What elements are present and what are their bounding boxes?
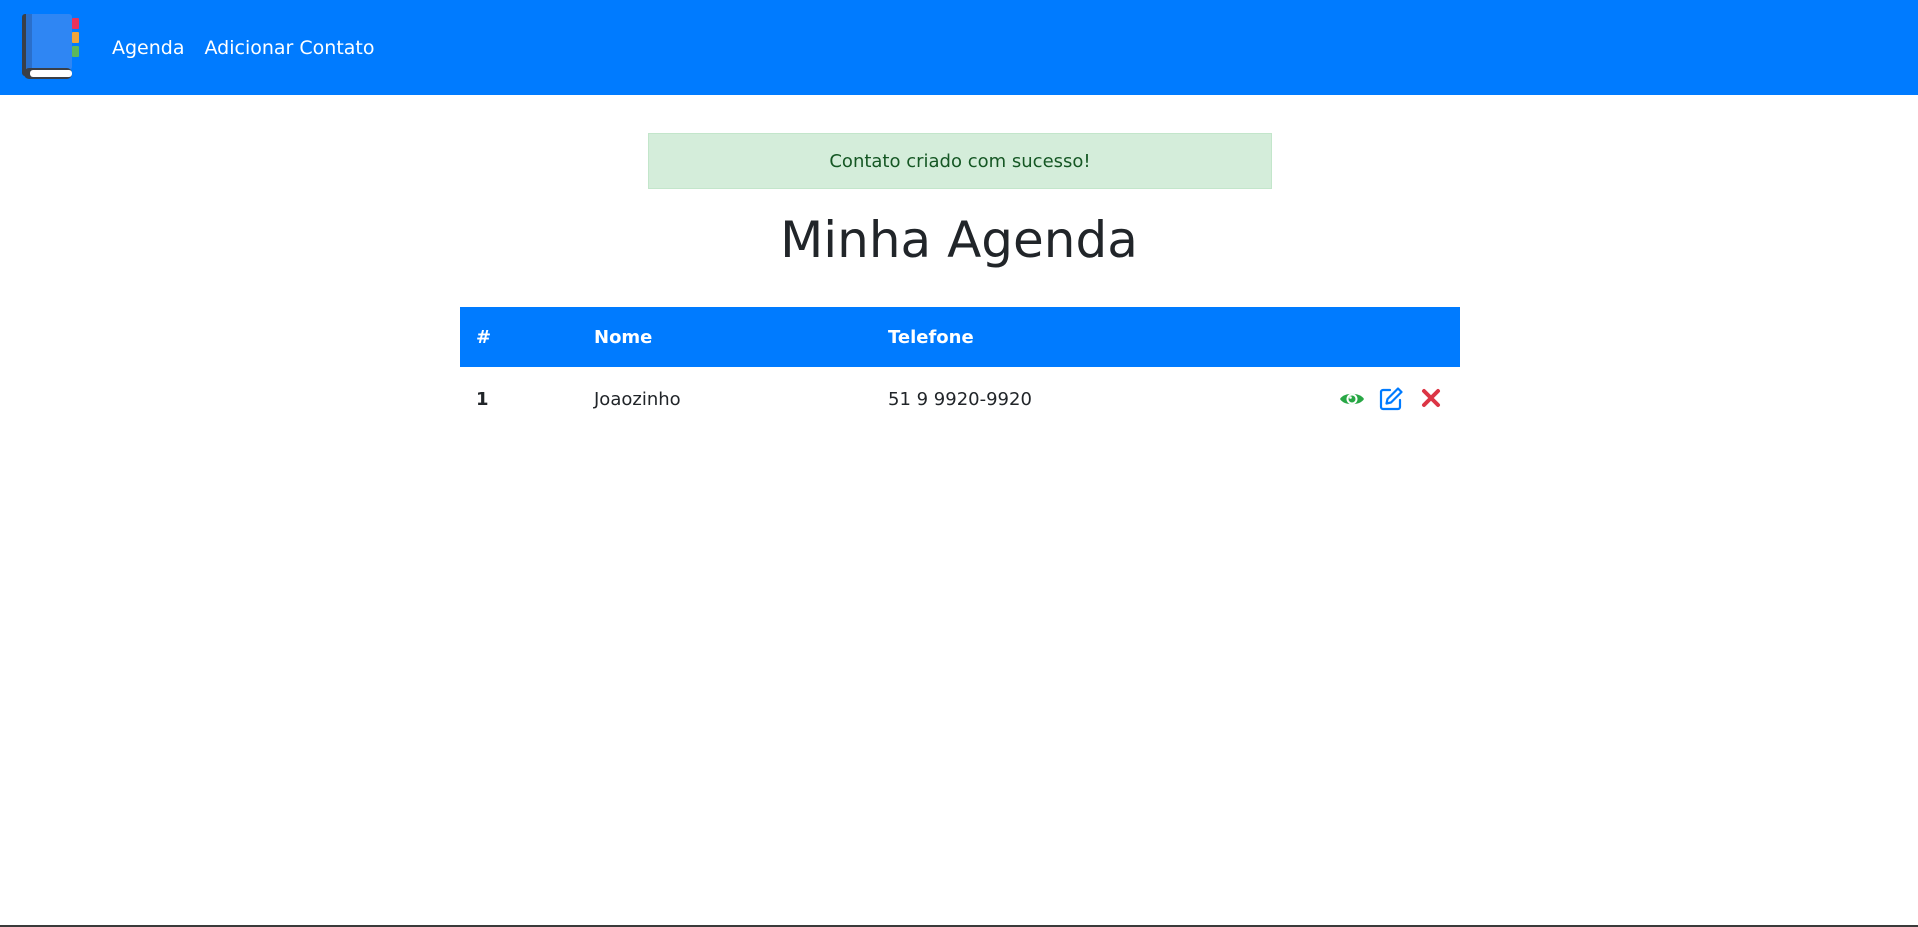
nav-link-agenda[interactable]: Agenda bbox=[112, 37, 185, 59]
address-book-icon[interactable] bbox=[22, 14, 82, 80]
table-header-row: # Nome Telefone bbox=[460, 307, 1460, 367]
success-alert: Contato criado com sucesso! bbox=[648, 133, 1272, 189]
delete-x-icon[interactable] bbox=[1418, 386, 1444, 412]
row-actions bbox=[1304, 367, 1460, 431]
page-title: Minha Agenda bbox=[780, 211, 1138, 269]
contacts-table: # Nome Telefone 1 Joaozinho 51 9 9920-99… bbox=[460, 307, 1460, 431]
alert-message: Contato criado com sucesso! bbox=[829, 150, 1091, 172]
row-name: Joaozinho bbox=[594, 388, 681, 410]
header-name: Nome bbox=[594, 326, 653, 348]
edit-icon[interactable] bbox=[1378, 386, 1404, 412]
navbar: Agenda Adicionar Contato bbox=[0, 0, 1918, 95]
eye-icon[interactable] bbox=[1339, 386, 1365, 412]
row-phone: 51 9 9920-9920 bbox=[888, 388, 1032, 410]
nav-links: Agenda Adicionar Contato bbox=[112, 0, 375, 95]
row-id: 1 bbox=[476, 388, 489, 410]
header-phone: Telefone bbox=[888, 326, 974, 348]
nav-link-add-contact[interactable]: Adicionar Contato bbox=[205, 37, 375, 59]
header-actions bbox=[1304, 307, 1460, 367]
table-row: 1 Joaozinho 51 9 9920-9920 bbox=[460, 367, 1460, 431]
header-id: # bbox=[476, 326, 492, 348]
